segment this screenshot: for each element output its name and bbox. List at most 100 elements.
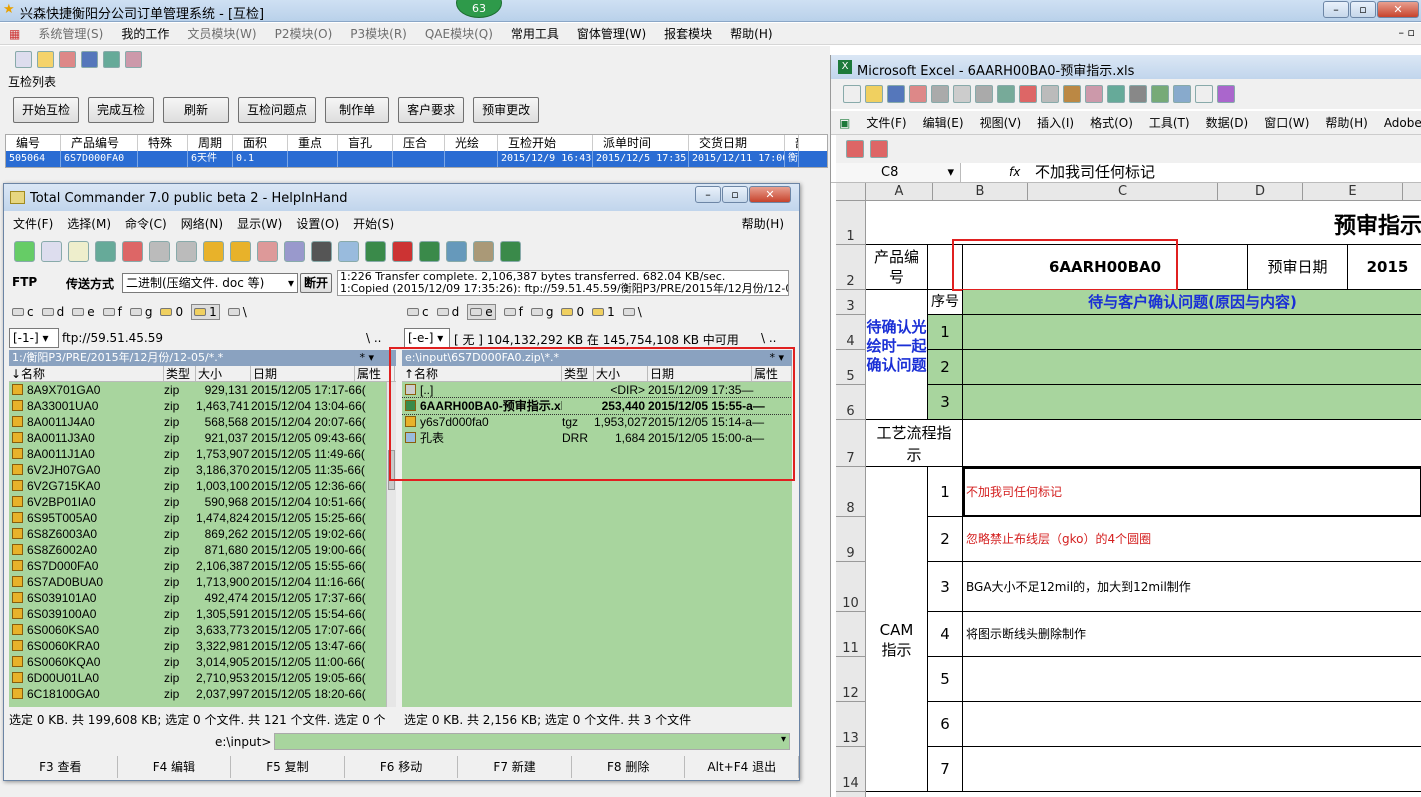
grid-column-header[interactable]: 周期 (188, 135, 233, 151)
product-label[interactable]: 产品编号 (866, 245, 928, 290)
grid-column-header[interactable]: 部 (785, 135, 799, 151)
excel-menu-item[interactable]: 窗口(W) (1256, 114, 1317, 131)
detailed-view-icon[interactable] (68, 240, 89, 262)
excel-toolbar-icon[interactable] (1041, 85, 1059, 103)
back-icon[interactable] (149, 240, 170, 262)
row-header[interactable]: 9 (836, 517, 866, 562)
excel-icon[interactable] (365, 240, 386, 262)
close-button[interactable]: ✕ (1377, 1, 1419, 18)
menu-item[interactable]: 系统管理(S) (29, 25, 112, 42)
excel-menu-item[interactable]: 编辑(E) (915, 114, 972, 131)
drive-button[interactable]: g (530, 304, 553, 320)
refresh-icon[interactable] (14, 240, 35, 262)
cam-seq[interactable]: 1 (928, 467, 963, 517)
minimize-button[interactable]: – (1323, 1, 1349, 18)
confirm-header[interactable]: 待与客户确认问题(原因与内容) (963, 290, 1421, 315)
grid-column-header[interactable]: 交货日期 (689, 135, 785, 151)
column-header[interactable]: 日期 (251, 366, 355, 381)
file-row[interactable]: 6S039100A0 zip 1,305,591 2015/12/05 15:54-6… (9, 606, 396, 622)
file-row[interactable]: 8A9X701GA0 zip 929,131 2015/12/05 17:17-66( (9, 382, 396, 398)
grid-column-header[interactable]: 互检开始 (498, 135, 593, 151)
excel-toolbar-icon[interactable] (953, 85, 971, 103)
cam-seq[interactable]: 3 (928, 562, 963, 612)
row-header[interactable]: 11 (836, 612, 866, 657)
app-menu-icon[interactable]: ▦ (0, 27, 29, 41)
drive-button[interactable]: d (436, 304, 459, 320)
function-key-button[interactable]: F4 编辑 (118, 756, 232, 778)
excel-toolbar-icon[interactable] (1217, 85, 1235, 103)
screen-icon[interactable] (446, 240, 467, 262)
grid-column-header[interactable]: 重点 (288, 135, 338, 151)
drive-button[interactable]: f (503, 304, 523, 320)
file-row[interactable]: 6S8Z6002A0 zip 871,680 2015/12/05 19:00-66( (9, 542, 396, 558)
star-icon[interactable] (37, 50, 54, 68)
ftp-connect-icon[interactable] (257, 240, 278, 262)
menu-item[interactable]: 报套模块 (655, 25, 721, 42)
pdf-icon[interactable] (392, 240, 413, 262)
pack-icon[interactable] (203, 240, 224, 262)
run-icon[interactable] (125, 50, 142, 68)
menu-item[interactable]: P2模块(O) (266, 25, 342, 42)
grid-column-header[interactable]: 盲孔 (338, 135, 393, 151)
excel-toolbar-icon[interactable] (887, 85, 905, 103)
cam-item[interactable] (963, 657, 1421, 702)
pre-date-label[interactable]: 预审日期 (1248, 245, 1348, 290)
column-header[interactable]: ↓名称 (9, 366, 164, 381)
start-check-button[interactable]: 开始互检 (13, 97, 80, 123)
cam-seq[interactable]: 2 (928, 517, 963, 562)
grid-column-header[interactable]: 面积 (233, 135, 288, 151)
grid-column-header[interactable]: 光绘 (445, 135, 498, 151)
file-row[interactable]: 6D00U01LA0 zip 2,710,953 2015/12/05 19:05-6… (9, 670, 396, 686)
menu-item[interactable]: 文员模块(W) (178, 25, 265, 42)
pre-review-change-button[interactable]: 预审更改 (473, 97, 540, 123)
tc-menu-item[interactable]: 设置(O) (287, 215, 344, 232)
drive-button[interactable]: \ (227, 304, 247, 320)
excel-toolbar-icon[interactable] (909, 85, 927, 103)
file-row[interactable]: 6V2G715KA0 zip 1,003,100 2015/12/05 12:36-6… (9, 478, 396, 494)
confirm-label[interactable]: 待确认光绘时一起确认问题 (866, 290, 928, 420)
disconnect-button[interactable]: 断开 (300, 273, 333, 293)
row-header[interactable]: 2 (836, 245, 866, 290)
mdi-controls[interactable]: – ▫ (1399, 26, 1415, 39)
grid-column-header[interactable]: 派单时间 (593, 135, 689, 151)
file-row[interactable]: 8A33001UA0 zip 1,463,741 2015/12/04 13:04-6… (9, 398, 396, 414)
row-header[interactable]: 5 (836, 350, 866, 385)
drive-button[interactable]: 1 (592, 304, 615, 320)
function-key-button[interactable]: Alt+F4 退出 (685, 756, 800, 778)
table-row[interactable]: 505064 6S7D000FA0 6天件 0.1 2015/12/9 16:43 201… (6, 151, 827, 167)
excel-menu-item[interactable]: 视图(V) (972, 114, 1030, 131)
tc-menu-item[interactable]: 命令(C) (116, 215, 172, 232)
drive-button[interactable]: g (129, 304, 152, 320)
file-row[interactable]: 6V2JH07GA0 zip 3,186,370 2015/12/05 11:35-6… (9, 462, 396, 478)
file-row[interactable]: 6S7AD0BUA0 zip 1,713,900 2015/12/04 11:16-6… (9, 574, 396, 590)
row-header[interactable]: 1 (836, 201, 866, 245)
cam-item[interactable] (963, 702, 1421, 747)
file-row[interactable]: 6S8Z6003A0 zip 869,262 2015/12/05 19:02-66( (9, 526, 396, 542)
pdf-email-icon[interactable] (870, 140, 888, 158)
maximize-button[interactable]: ▫ (1350, 1, 1376, 18)
tc-menu-help[interactable]: 帮助(H) (733, 215, 789, 232)
cam-seq[interactable]: 4 (928, 612, 963, 657)
tc-minimize-button[interactable]: – (695, 186, 721, 203)
row-header[interactable]: 6 (836, 385, 866, 420)
drive-button[interactable]: e (72, 304, 95, 320)
cam-seq[interactable]: 7 (928, 747, 963, 792)
cam-item[interactable]: BGA大小不足12mil的，加大到12mil制作 (963, 562, 1421, 612)
drive-button[interactable]: e (467, 304, 496, 320)
row-header[interactable]: 10 (836, 562, 866, 612)
grid-column-header[interactable]: 编号 (6, 135, 61, 151)
issues-button[interactable]: 互检问题点 (238, 97, 317, 123)
grid-column-header[interactable]: 压合 (393, 135, 445, 151)
cam-item[interactable]: 忽略禁止布线层（gko）的4个圆圈 (963, 517, 1421, 562)
process-cell[interactable] (963, 420, 1421, 467)
row-header[interactable]: 7 (836, 420, 866, 467)
drive-button[interactable]: d (41, 304, 64, 320)
excel-toolbar-icon[interactable] (997, 85, 1015, 103)
grid-icon[interactable] (15, 50, 32, 68)
compare-icon[interactable] (473, 240, 494, 262)
left-root-button[interactable]: \ .. (366, 331, 382, 345)
confirm-seq[interactable]: 1 (928, 315, 963, 350)
menu-item[interactable]: P3模块(R) (341, 25, 416, 42)
select-icon[interactable] (122, 240, 143, 262)
excel-toolbar-icon[interactable] (1107, 85, 1125, 103)
